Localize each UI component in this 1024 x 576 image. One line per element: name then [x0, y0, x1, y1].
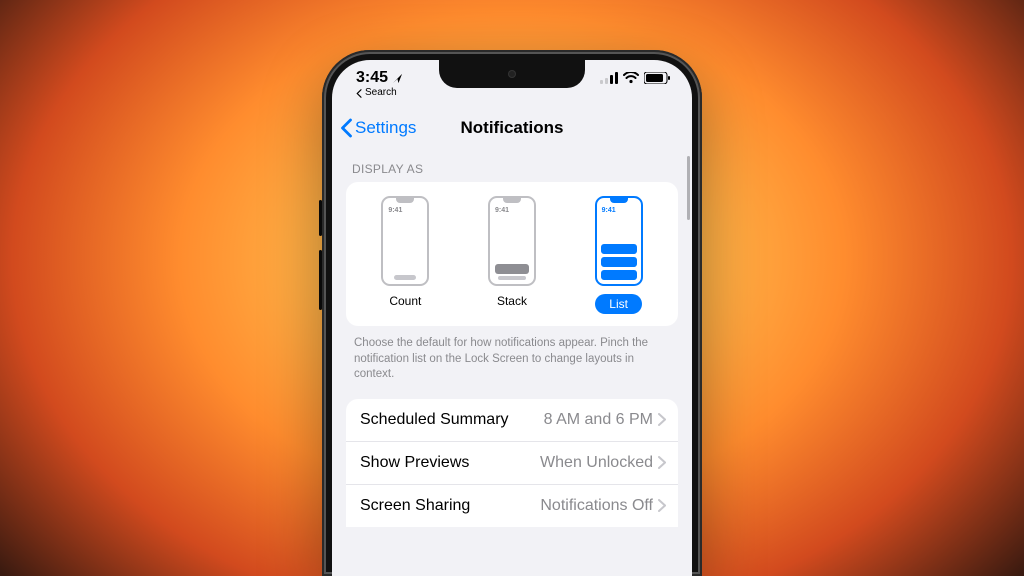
scroll-indicator[interactable] — [687, 156, 690, 220]
display-option-list[interactable]: 9:41 List — [566, 196, 672, 314]
phone-frame: 3:45 Search — [322, 50, 702, 576]
option-label-selected: List — [595, 294, 642, 314]
row-value: Notifications Off — [540, 497, 653, 515]
wifi-icon — [623, 72, 639, 84]
preview-time: 9:41 — [495, 207, 534, 214]
preview-time: 9:41 — [388, 207, 427, 214]
display-as-card: 9:41 Count 9:41 Stack — [346, 182, 678, 326]
row-screen-sharing[interactable]: Screen Sharing Notifications Off — [346, 485, 678, 527]
preview-count: 9:41 — [381, 196, 429, 286]
preview-time: 9:41 — [602, 207, 641, 214]
display-option-count[interactable]: 9:41 Count — [353, 196, 459, 314]
settings-rows: Scheduled Summary 8 AM and 6 PM Show Pre… — [346, 399, 678, 527]
row-scheduled-summary[interactable]: Scheduled Summary 8 AM and 6 PM — [346, 399, 678, 442]
nav-bar: Settings Notifications — [332, 108, 692, 148]
back-button[interactable]: Settings — [340, 118, 416, 138]
preview-list: 9:41 — [595, 196, 643, 286]
row-show-previews[interactable]: Show Previews When Unlocked — [346, 442, 678, 485]
option-label: Count — [389, 294, 421, 308]
row-label: Scheduled Summary — [360, 411, 509, 429]
notch — [439, 60, 585, 88]
row-value: 8 AM and 6 PM — [544, 411, 653, 429]
location-icon — [392, 73, 403, 84]
preview-stack: 9:41 — [488, 196, 536, 286]
breadcrumb-label: Search — [365, 88, 397, 98]
battery-icon — [644, 72, 670, 84]
option-label: Stack — [497, 294, 527, 308]
chevron-right-icon — [658, 499, 666, 512]
chevron-right-icon — [658, 456, 666, 469]
chevron-left-icon — [356, 89, 363, 98]
row-label: Show Previews — [360, 454, 469, 472]
status-time: 3:45 — [356, 70, 388, 86]
phone-screen: 3:45 Search — [332, 60, 692, 576]
cellular-icon — [600, 72, 618, 84]
page-title: Notifications — [461, 118, 564, 138]
back-label: Settings — [355, 118, 416, 138]
chevron-left-icon — [340, 118, 353, 138]
content: DISPLAY AS 9:41 Count 9:41 — [332, 148, 692, 527]
chevron-right-icon — [658, 413, 666, 426]
display-option-stack[interactable]: 9:41 Stack — [459, 196, 565, 314]
section-footnote: Choose the default for how notifications… — [346, 326, 678, 399]
breadcrumb[interactable]: Search — [356, 88, 403, 98]
row-value: When Unlocked — [540, 454, 653, 472]
section-header-display-as: DISPLAY AS — [346, 148, 678, 182]
row-label: Screen Sharing — [360, 497, 470, 515]
